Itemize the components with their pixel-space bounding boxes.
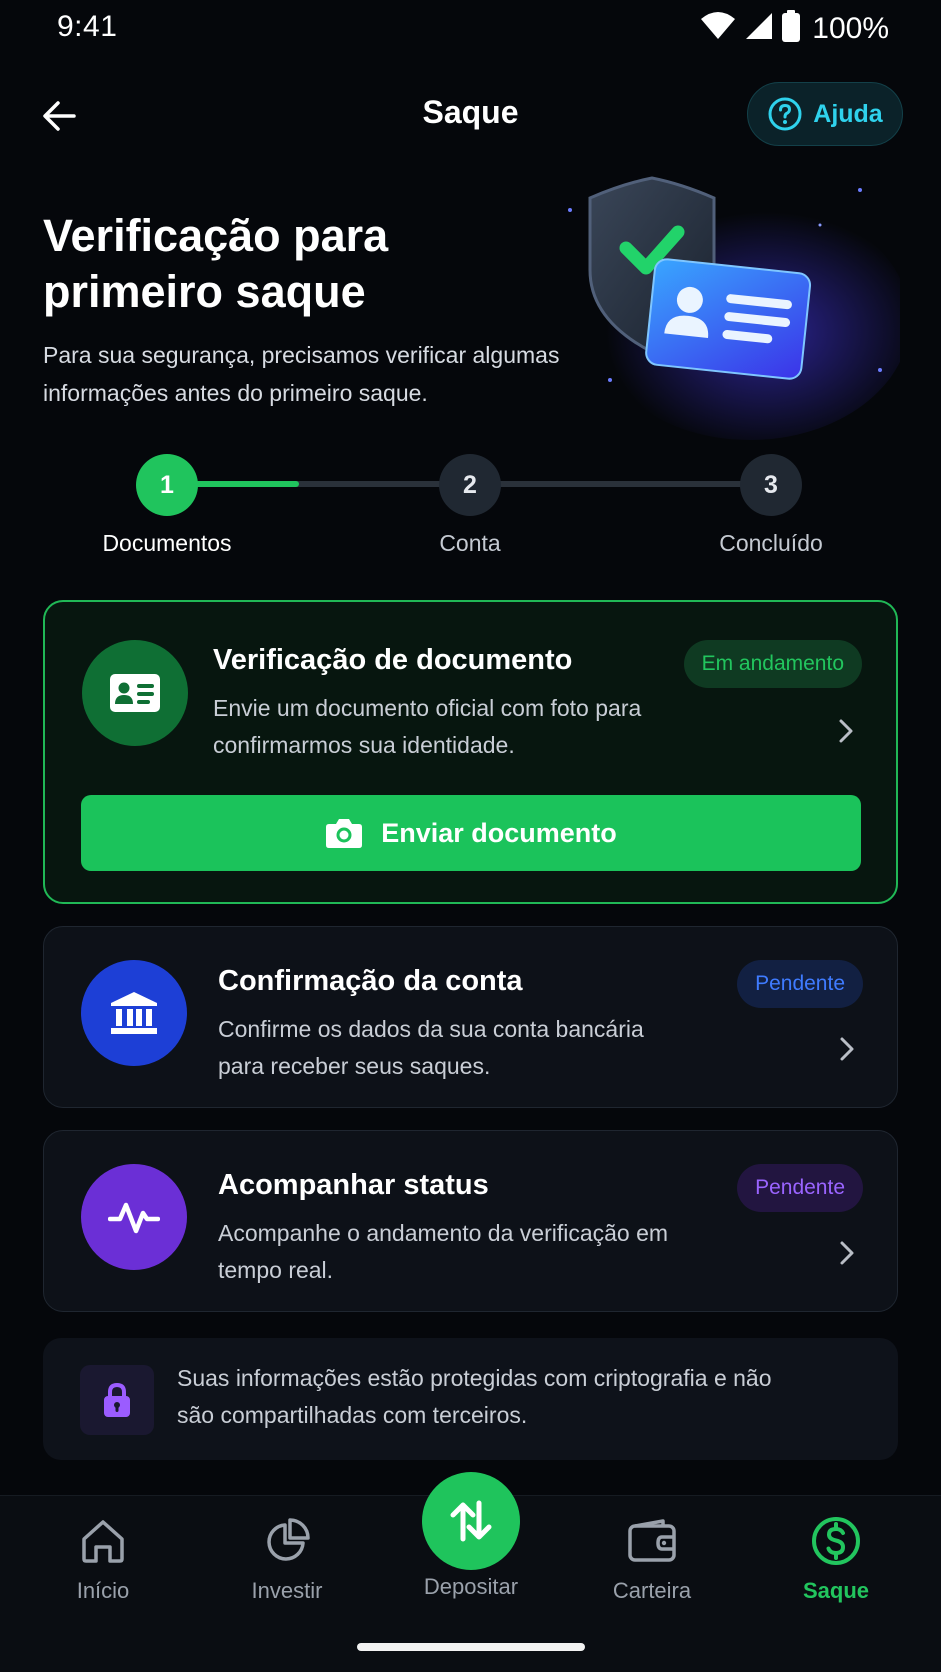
pie-chart-icon xyxy=(260,1514,314,1568)
document-verification-card[interactable]: Verificação de documento Envie um docume… xyxy=(43,600,898,904)
camera-icon xyxy=(326,819,363,848)
step-2-circle: 2 xyxy=(439,454,501,516)
chevron-right-icon xyxy=(839,719,853,743)
nav-label-depositar[interactable]: Depositar xyxy=(380,1574,562,1600)
step-3-circle: 3 xyxy=(740,454,802,516)
bank-icon-circle xyxy=(81,960,187,1066)
status-icons: 100% xyxy=(700,10,889,47)
step-3-label: Concluído xyxy=(719,530,823,556)
battery-icon xyxy=(782,10,801,47)
question-circle-icon xyxy=(768,97,802,131)
activity-icon-circle xyxy=(81,1164,187,1270)
transfer-arrows-icon xyxy=(450,1500,492,1542)
security-info-box: Suas informações estão protegidas com cr… xyxy=(43,1338,898,1460)
hero-subtitle: Para sua segurança, precisamos verificar… xyxy=(43,342,560,406)
card-description: Acompanhe o andamento da verificação em … xyxy=(218,1220,669,1283)
security-info-text: Suas informações estão protegidas com cr… xyxy=(177,1365,772,1428)
cellular-signal-icon xyxy=(744,11,774,46)
send-document-button[interactable]: Enviar documento xyxy=(81,795,861,871)
nav-label: Investir xyxy=(251,1578,323,1603)
status-tracking-card[interactable]: Acompanhar status Acompanhe o andamento … xyxy=(43,1130,898,1312)
chevron-right-icon xyxy=(840,1241,854,1265)
card-title: Confirmação da conta xyxy=(218,965,523,997)
step-1-circle: 1 xyxy=(136,454,198,516)
status-badge: Pendente xyxy=(737,960,863,1008)
hero-title: Verificação para primeiro saque xyxy=(43,210,389,317)
card-description: Envie um documento oficial com foto para… xyxy=(213,695,642,758)
withdraw-verification-screen: 9:41 100% Saque Ajuda Verificação para p… xyxy=(0,0,941,1672)
card-description: Confirme os dados da sua conta bancária … xyxy=(218,1016,644,1079)
wifi-icon xyxy=(700,11,736,46)
nav-item-inicio[interactable]: Início xyxy=(23,1514,183,1614)
nav-label: Início xyxy=(76,1578,130,1603)
status-badge: Pendente xyxy=(737,1164,863,1212)
activity-pulse-icon xyxy=(108,1202,160,1234)
card-title: Verificação de documento xyxy=(213,644,573,676)
id-card-icon-circle xyxy=(82,640,188,746)
nav-item-saque[interactable]: Saque xyxy=(756,1514,916,1614)
lock-icon xyxy=(104,1382,130,1417)
id-card-icon xyxy=(110,674,160,712)
battery-percent: 100% xyxy=(812,11,889,45)
status-time: 9:41 xyxy=(57,10,118,43)
send-document-label: Enviar documento xyxy=(381,817,617,848)
bank-icon xyxy=(111,992,157,1034)
shield-id-card-illustration xyxy=(560,170,910,440)
top-app-bar: Saque Ajuda xyxy=(0,80,941,150)
nav-item-carteira[interactable]: Carteira xyxy=(572,1514,732,1614)
step-2-label: Conta xyxy=(439,530,501,556)
progress-stepper: 1 2 3 Documentos Conta Concluído xyxy=(0,450,941,560)
nav-label: Carteira xyxy=(612,1578,692,1603)
account-confirmation-card[interactable]: Confirmação da conta Confirme os dados d… xyxy=(43,926,898,1108)
nav-item-investir[interactable]: Investir xyxy=(207,1514,367,1614)
help-label: Ajuda xyxy=(813,99,883,128)
lock-icon-box xyxy=(80,1365,154,1435)
step-1-label: Documentos xyxy=(102,530,232,556)
nav-label: Saque xyxy=(802,1578,870,1603)
card-title: Acompanhar status xyxy=(218,1169,489,1201)
home-indicator xyxy=(357,1643,585,1651)
wallet-icon xyxy=(625,1514,679,1568)
status-badge: Em andamento xyxy=(683,640,862,688)
chevron-right-icon xyxy=(840,1037,854,1061)
home-icon xyxy=(76,1514,130,1568)
deposit-fab-button[interactable] xyxy=(422,1472,520,1570)
status-bar: 9:41 100% xyxy=(0,0,941,58)
dollar-circle-icon xyxy=(809,1514,863,1568)
help-button[interactable]: Ajuda xyxy=(747,82,903,146)
